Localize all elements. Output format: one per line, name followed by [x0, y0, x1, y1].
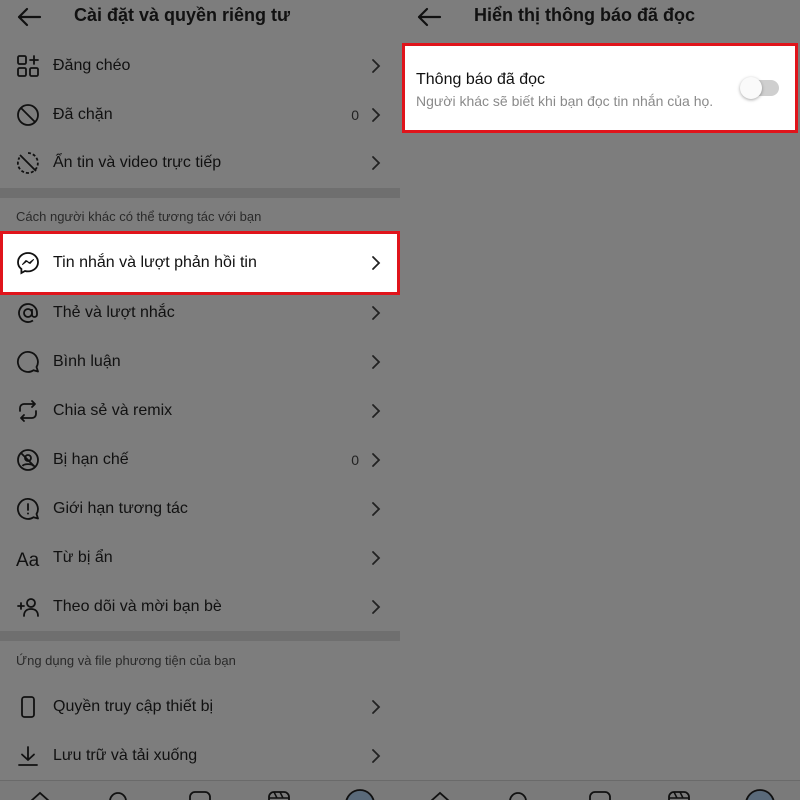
menu-item-follow-invite[interactable]: Theo dõi và mời bạn bè: [0, 583, 400, 631]
menu-item-label: Bình luận: [53, 353, 121, 370]
menu-item-blocked[interactable]: Đã chặn 0: [0, 91, 400, 139]
page-title: Cài đặt và quyền riêng tư: [74, 5, 291, 25]
search-icon[interactable]: [108, 791, 130, 800]
chevron-right-icon: [372, 453, 381, 467]
text-aa-icon: Aa: [16, 546, 40, 570]
menu-item-comments[interactable]: Bình luận: [0, 338, 400, 386]
menu-item-label: Chia sẻ và remix: [53, 402, 173, 419]
setting-title: Thông báo đã đọc: [416, 71, 545, 88]
menu-item-count: 0: [351, 107, 359, 123]
chevron-right-icon: [372, 404, 381, 418]
block-icon: [16, 103, 40, 127]
bottom-nav-bar: [0, 780, 400, 800]
chevron-right-icon: [372, 551, 381, 565]
menu-item-hide-story[interactable]: Ẩn tin và video trực tiếp: [0, 139, 400, 187]
chevron-right-icon: [372, 156, 381, 170]
settings-privacy-panel: Cài đặt và quyền riêng tư Đăng chéo Đã c…: [0, 0, 400, 800]
create-post-icon[interactable]: [589, 791, 611, 800]
menu-item-tags-mentions[interactable]: Thẻ và lượt nhắc: [0, 289, 400, 337]
bottom-nav-bar: [400, 780, 800, 800]
comment-icon: [16, 350, 40, 374]
share-remix-icon: [16, 399, 40, 423]
grid-plus-icon: [16, 54, 40, 78]
menu-item-label: Tin nhắn và lượt phản hồi tin: [53, 254, 257, 271]
menu-item-label: Lưu trữ và tải xuống: [53, 747, 198, 764]
home-icon[interactable]: [429, 791, 451, 800]
svg-text:Aa: Aa: [16, 550, 40, 570]
restricted-icon: [16, 448, 40, 472]
chevron-right-icon: [372, 59, 381, 73]
section-divider: [0, 188, 400, 198]
menu-item-label: Giới hạn tương tác: [53, 500, 188, 517]
chevron-right-icon: [372, 700, 381, 714]
read-receipts-setting: Thông báo đã đọc Người khác sẽ biết khi …: [402, 43, 798, 133]
download-icon: [16, 744, 40, 768]
reels-icon[interactable]: [268, 791, 290, 800]
page-title: Hiển thị thông báo đã đọc: [474, 5, 695, 25]
back-arrow-icon[interactable]: [16, 6, 42, 28]
menu-item-label: Đăng chéo: [53, 57, 131, 74]
add-person-icon: [16, 595, 40, 619]
section-divider: [0, 631, 400, 641]
back-arrow-icon[interactable]: [416, 6, 442, 28]
menu-item-sharing-remix[interactable]: Chia sẻ và remix: [0, 387, 400, 435]
read-receipts-panel: Hiển thị thông báo đã đọc Thông báo đã đ…: [400, 0, 800, 800]
menu-item-count: 0: [351, 452, 359, 468]
read-receipts-header: Hiển thị thông báo đã đọc: [400, 0, 800, 40]
menu-item-device-access[interactable]: Quyền truy cập thiết bị: [0, 683, 400, 731]
setting-description: Người khác sẽ biết khi bạn đọc tin nhắn …: [416, 93, 714, 109]
at-sign-icon: [16, 301, 40, 325]
menu-item-label: Đã chặn: [53, 106, 113, 123]
menu-item-interaction-limits[interactable]: Giới hạn tương tác: [0, 485, 400, 533]
menu-item-archive-download[interactable]: Lưu trữ và tải xuống: [0, 732, 400, 780]
search-icon[interactable]: [508, 791, 530, 800]
menu-item-label: Ẩn tin và video trực tiếp: [53, 154, 222, 171]
menu-item-label: Thẻ và lượt nhắc: [53, 304, 175, 321]
menu-item-label: Từ bị ẩn: [53, 549, 113, 566]
create-post-icon[interactable]: [189, 791, 211, 800]
menu-item-messages-story-replies[interactable]: Tin nhắn và lượt phản hồi tin: [0, 231, 400, 295]
menu-item-label: Quyền truy cập thiết bị: [53, 698, 214, 715]
settings-header: Cài đặt và quyền riêng tư: [0, 0, 400, 40]
chevron-right-icon: [372, 502, 381, 516]
menu-item-hidden-words[interactable]: Aa Từ bị ẩn: [0, 534, 400, 582]
menu-item-label: Bị hạn chế: [53, 451, 129, 468]
avatar[interactable]: [345, 789, 375, 800]
messenger-icon: [16, 251, 40, 275]
menu-item-restricted[interactable]: Bị hạn chế 0: [0, 436, 400, 484]
chevron-right-icon: [372, 256, 381, 270]
toggle-knob: [740, 77, 762, 99]
reels-icon[interactable]: [668, 791, 690, 800]
avatar[interactable]: [745, 789, 775, 800]
alert-icon: [16, 497, 40, 521]
hide-story-icon: [16, 151, 40, 175]
phone-icon: [16, 695, 40, 719]
menu-item-crosspost[interactable]: Đăng chéo: [0, 42, 400, 90]
chevron-right-icon: [372, 306, 381, 320]
read-receipts-toggle[interactable]: [740, 77, 779, 99]
chevron-right-icon: [372, 749, 381, 763]
chevron-right-icon: [372, 355, 381, 369]
chevron-right-icon: [372, 600, 381, 614]
section-header-interactions: Cách người khác có thể tương tác với bạn: [16, 209, 262, 224]
section-header-apps-media: Ứng dụng và file phương tiện của bạn: [16, 653, 236, 668]
chevron-right-icon: [372, 108, 381, 122]
home-icon[interactable]: [29, 791, 51, 800]
menu-item-label: Theo dõi và mời bạn bè: [53, 598, 222, 615]
